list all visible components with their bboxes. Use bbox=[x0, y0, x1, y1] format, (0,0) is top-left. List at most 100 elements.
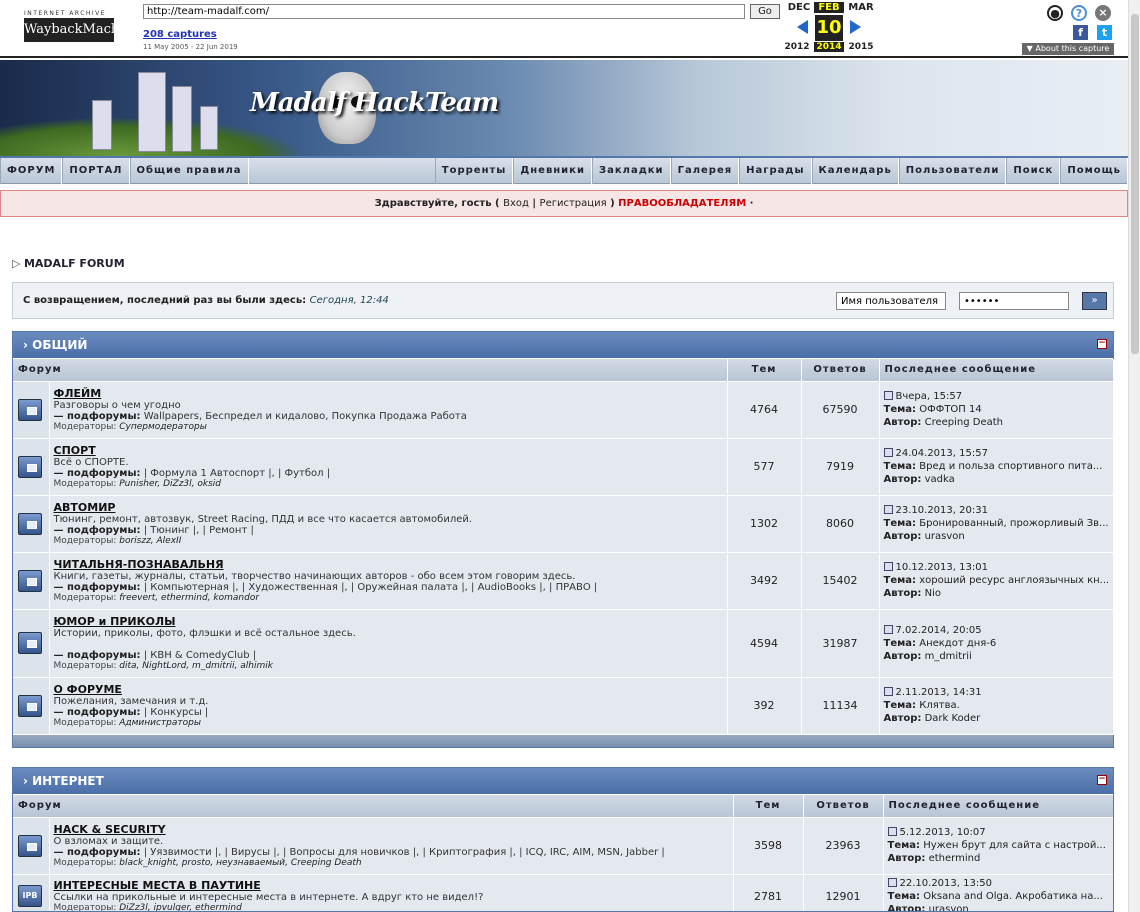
register-link[interactable]: Регистрация bbox=[540, 198, 607, 209]
collapse-icon[interactable]: − bbox=[1097, 339, 1107, 349]
wayback-url-input[interactable] bbox=[143, 4, 745, 19]
copyright-holders-link[interactable]: ПРАВООБЛАДАТЕЛЯМ bbox=[618, 198, 746, 209]
last-post-author-link[interactable]: Creeping Death bbox=[925, 417, 1003, 428]
nav-item[interactable]: Дневники bbox=[513, 158, 592, 184]
breadcrumb-label[interactable]: MADALF FORUM bbox=[24, 257, 125, 270]
forum-description: О взломах и защите. bbox=[53, 836, 164, 847]
nav-item[interactable]: ПОРТАЛ bbox=[62, 158, 130, 184]
forum-title-link[interactable]: HACK & SECURITY bbox=[54, 823, 729, 836]
go-button[interactable]: Go bbox=[750, 4, 780, 19]
forum-title-link[interactable]: ИНТЕРЕСНЫЕ МЕСТА В ПАУТИНЕ bbox=[54, 879, 729, 892]
collapse-icon[interactable]: − bbox=[1097, 775, 1107, 785]
captures-range: 11 May 2005 - 22 Jun 2019 bbox=[143, 43, 238, 51]
help-icon[interactable]: ? bbox=[1071, 5, 1087, 21]
username-input[interactable] bbox=[836, 292, 946, 310]
moderator-links[interactable]: boriszz, AlexII bbox=[119, 536, 181, 546]
last-post: 2.11.2013, 14:31 Тема: Клятва. Автор: Dark… bbox=[879, 677, 1114, 735]
nav-item[interactable]: Закладки bbox=[591, 158, 671, 184]
moderator-links[interactable]: DiZz3l, ipvulger, ethermind bbox=[119, 903, 242, 911]
forum-icon-cell bbox=[13, 495, 50, 553]
last-post-author-link[interactable]: Nio bbox=[925, 588, 941, 599]
last-post-topic-link[interactable]: Вред и польза спортивного пита... bbox=[919, 461, 1102, 472]
next-month-link[interactable]: MAR bbox=[846, 2, 876, 13]
last-post-topic-link[interactable]: Анекдот дня-6 bbox=[919, 638, 996, 649]
subforum-links[interactable]: | Уязвимости |, | Вирусы |, | Вопросы дл… bbox=[144, 847, 665, 858]
nav-item[interactable]: Пользователи bbox=[898, 158, 1007, 184]
forum-title-link[interactable]: О ФОРУМЕ bbox=[54, 683, 723, 696]
nav-item[interactable]: Помощь bbox=[1060, 158, 1128, 184]
user-icon[interactable]: ● bbox=[1047, 5, 1063, 21]
last-post-icon[interactable] bbox=[887, 877, 897, 887]
nav-item[interactable]: Календарь bbox=[811, 158, 899, 184]
topics-count: 392 bbox=[727, 677, 802, 735]
close-icon[interactable]: × bbox=[1095, 5, 1111, 21]
nav-item[interactable]: Галерея bbox=[670, 158, 740, 184]
facebook-icon[interactable]: f bbox=[1073, 25, 1088, 40]
moderator-links[interactable]: Punisher, DiZz3l, oksid bbox=[119, 479, 221, 489]
category-title[interactable]: ОБЩИЙ bbox=[32, 338, 87, 352]
subforum-links[interactable]: Wallpapers, Беспредел и кидалово, Покупк… bbox=[144, 411, 467, 422]
last-post-author-link[interactable]: urasvon bbox=[925, 531, 965, 542]
nav-item[interactable]: ФОРУМ bbox=[0, 158, 63, 184]
nav-item[interactable]: Награды bbox=[739, 158, 812, 184]
subforum-links[interactable]: | Конкурсы | bbox=[144, 707, 209, 718]
last-post-topic-link[interactable]: ОФФТОП 14 bbox=[919, 404, 982, 415]
login-submit-button[interactable]: » bbox=[1082, 292, 1107, 310]
password-input[interactable] bbox=[959, 292, 1069, 310]
prev-month-link[interactable]: DEC bbox=[784, 2, 814, 13]
about-capture-button[interactable]: ▼ About this capture bbox=[1022, 43, 1114, 55]
last-post-icon[interactable] bbox=[883, 448, 893, 457]
moderator-links[interactable]: freevert, ethermind, komandor bbox=[119, 593, 259, 603]
last-post-author-link[interactable]: m_dmitrii bbox=[925, 651, 972, 662]
last-post-icon[interactable] bbox=[883, 391, 893, 400]
last-post-icon[interactable] bbox=[883, 505, 893, 514]
twitter-icon[interactable]: t bbox=[1097, 25, 1112, 40]
moderator-links[interactable]: Супермодераторы bbox=[119, 422, 207, 432]
scrollbar-thumb[interactable] bbox=[1131, 14, 1139, 354]
next-capture-arrow-icon[interactable] bbox=[850, 20, 861, 34]
moderator-links[interactable]: black_knight, prosto, неузнаваемый, Cree… bbox=[119, 858, 361, 868]
nav-item[interactable]: Общие правила bbox=[129, 158, 249, 184]
last-post-author-link[interactable]: Dark Koder bbox=[925, 713, 981, 724]
forum-icon-cell bbox=[13, 381, 50, 439]
next-year-link[interactable]: 2015 bbox=[846, 42, 876, 52]
last-post-icon[interactable] bbox=[883, 624, 893, 634]
moderators-list: Модераторы: DiZz3l, ipvulger, ethermind bbox=[54, 903, 729, 911]
subforum-links[interactable]: | Компьютерная |, | Художественная |, | … bbox=[144, 582, 598, 593]
moderator-links[interactable]: Администраторы bbox=[119, 718, 201, 728]
guest-bar: Здравствуйте, гость ( Вход | Регистрация… bbox=[0, 190, 1128, 217]
last-post-topic-link[interactable]: Бронированный, прожорливый Зв... bbox=[919, 518, 1108, 529]
category-title[interactable]: ИНТЕРНЕТ bbox=[32, 774, 104, 788]
captures-link[interactable]: 208 captures bbox=[143, 29, 217, 40]
nav-item[interactable]: Поиск bbox=[1006, 158, 1061, 184]
last-post-topic-link[interactable]: Нужен брут для сайта с настрой... bbox=[923, 840, 1106, 851]
last-post-topic-link[interactable]: Oksana and Olga. Акробатика на... bbox=[923, 891, 1103, 902]
forum-title-link[interactable]: СПОРТ bbox=[54, 444, 723, 457]
forum-title-link[interactable]: ЮМОР и ПРИКОЛЫ bbox=[54, 615, 723, 628]
subforum-links[interactable]: | Формула 1 Автоспорт |, | Футбол | bbox=[144, 468, 330, 479]
greeting-text: Здравствуйте, гость bbox=[374, 198, 492, 209]
subforums-list: — подфорумы: | КВН & ComedyClub | bbox=[54, 650, 723, 661]
last-post-topic-link[interactable]: Клятва. bbox=[919, 700, 960, 711]
login-link[interactable]: Вход bbox=[503, 198, 529, 209]
prev-year-link[interactable]: 2012 bbox=[782, 42, 812, 52]
scrollbar[interactable] bbox=[1128, 0, 1140, 912]
moderator-links[interactable]: dita, NightLord, m_dmitrii, alhimik bbox=[119, 661, 273, 671]
forum-title-link[interactable]: ФЛЕЙМ bbox=[54, 387, 723, 400]
nav-item[interactable]: Торренты bbox=[434, 158, 514, 184]
last-post-author-link[interactable]: urasvon bbox=[929, 904, 969, 912]
last-post-topic-link[interactable]: хороший ресурс англоязычных кн... bbox=[919, 575, 1109, 586]
forum-title-link[interactable]: ЧИТАЛЬНЯ-ПОЗНАВАЛЬНЯ bbox=[54, 558, 723, 571]
last-post-icon[interactable] bbox=[883, 687, 893, 696]
last-post-icon[interactable] bbox=[887, 827, 897, 836]
wayback-logo[interactable]: WaybackMachine bbox=[24, 18, 140, 42]
subforum-links[interactable]: | КВН & ComedyClub | bbox=[144, 650, 256, 661]
last-post-author-link[interactable]: ethermind bbox=[929, 853, 981, 864]
topic-label: Тема: bbox=[883, 518, 917, 529]
last-post-icon[interactable] bbox=[883, 562, 893, 571]
subforums-list: — подфорумы: | Тюнинг |, | Ремонт | bbox=[54, 525, 723, 536]
forum-title-link[interactable]: АВТОМИР bbox=[54, 501, 723, 514]
subforum-links[interactable]: | Тюнинг |, | Ремонт | bbox=[144, 525, 254, 536]
last-post-author-link[interactable]: vadka bbox=[925, 474, 955, 485]
prev-capture-arrow-icon[interactable] bbox=[797, 20, 808, 34]
